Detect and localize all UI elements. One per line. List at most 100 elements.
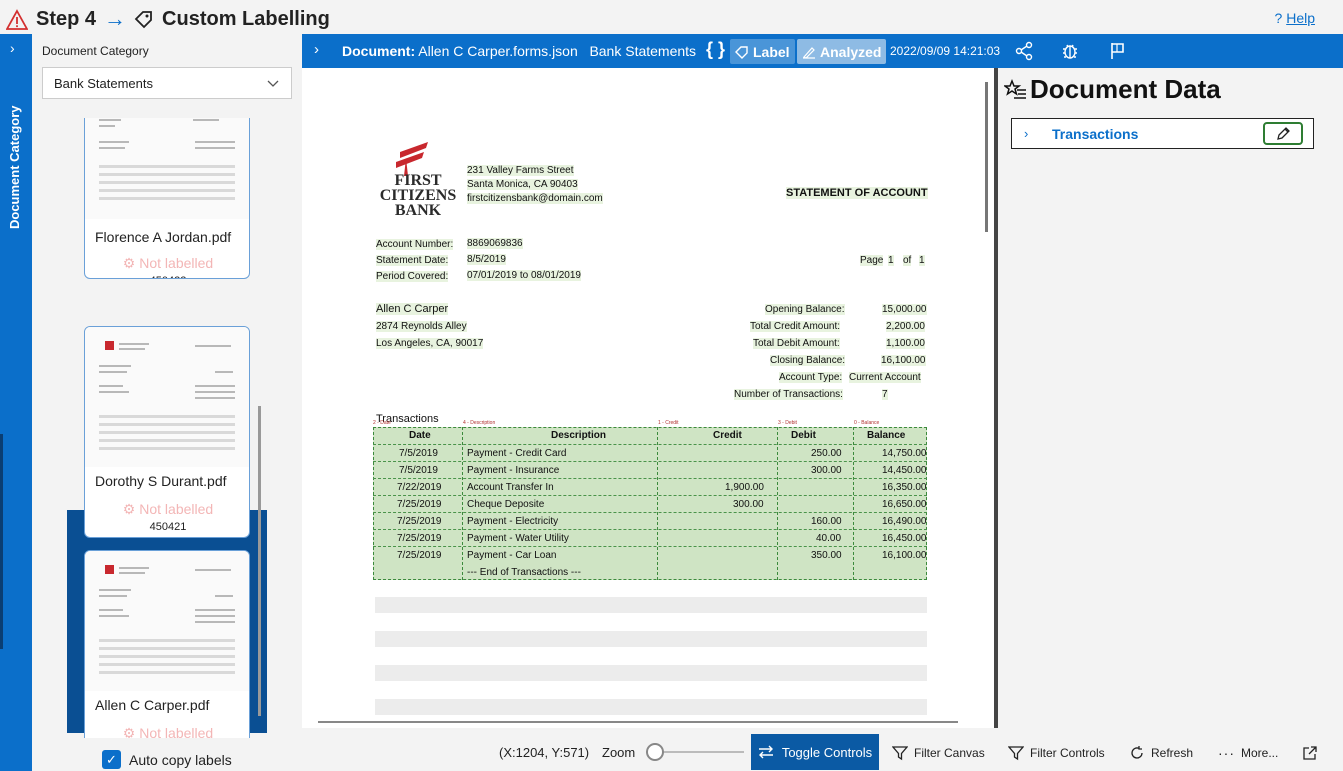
help-prefix: ? [1274, 10, 1283, 26]
account-number: 8869069836 [467, 238, 523, 249]
cell-description: Payment - Electricity [467, 516, 559, 527]
auto-copy-labels[interactable]: ✓ Auto copy labels [102, 750, 232, 769]
document-card-selected[interactable]: Allen C Carper.pdf ⚙ Not labelled 450420 [84, 550, 250, 738]
statement-date: 8/5/2019 [467, 254, 506, 265]
period-label: Period Covered: [376, 271, 449, 282]
bug-icon: ⚙ [122, 501, 136, 517]
cell-debit: 250.00 [811, 448, 842, 459]
analyzed-button[interactable]: Analyzed [797, 39, 887, 64]
label-status-text: Not labelled [139, 501, 214, 517]
document-name: Dorothy S Durant.pdf [95, 473, 227, 489]
share-icon[interactable] [1014, 41, 1034, 61]
bank-name-line3: BANK [394, 202, 442, 219]
transactions-field[interactable]: › Transactions [1011, 118, 1314, 149]
cell-credit: 300.00 [733, 499, 764, 510]
canvas-horizontal-scrollbar[interactable] [318, 721, 958, 723]
more-button[interactable]: ··· More... [1218, 745, 1278, 761]
step-label: Step 4 [36, 7, 97, 30]
chevron-right-icon[interactable]: › [1024, 126, 1028, 141]
column-header: Date [409, 430, 431, 441]
table-row-divider [373, 461, 927, 478]
cell-balance: 16,350.00 [882, 482, 927, 493]
tag-icon [735, 45, 748, 59]
category-collapse-strip[interactable]: › Document Category [0, 34, 32, 771]
summary-value: Current Account [849, 372, 921, 383]
popout-button[interactable] [1302, 745, 1318, 761]
account-number-label: Account Number: [376, 239, 454, 250]
filter-controls-button[interactable]: Filter Controls [1008, 745, 1105, 761]
strip-divider [0, 434, 3, 649]
toggle-controls-button[interactable]: Toggle Controls [751, 734, 879, 770]
bug-icon[interactable] [1060, 41, 1080, 61]
refresh-button[interactable]: Refresh [1129, 745, 1193, 761]
popout-icon [1303, 746, 1317, 760]
auto-copy-checkbox[interactable]: ✓ [102, 750, 121, 769]
category-select-value: Bank Statements [54, 75, 153, 91]
zoom-slider-thumb[interactable] [646, 743, 664, 761]
page-label: Page [860, 255, 884, 266]
bank-address2: Santa Monica, CA 90403 [467, 179, 578, 190]
bank-name-line1: FIRST [394, 172, 442, 189]
title-bar: Step 4 → Custom Labelling ? Help [0, 0, 1343, 38]
document-data-title-text: Document Data [1030, 74, 1221, 104]
category-select[interactable]: Bank Statements [42, 67, 292, 99]
blank-row [375, 665, 927, 681]
document-list-scrollbar[interactable] [258, 406, 261, 716]
page-title: Step 4 → Custom Labelling [36, 6, 330, 32]
chevron-right-icon[interactable]: › [10, 40, 15, 56]
edit-field-button[interactable] [1263, 122, 1303, 145]
filter-icon [1008, 746, 1024, 761]
document-thumbnail [85, 551, 249, 691]
document-card[interactable]: Florence A Jordan.pdf ⚙ Not labelled 450… [84, 118, 250, 279]
refresh-icon [1131, 746, 1143, 759]
zoom-slider[interactable] [646, 743, 744, 761]
canvas-toolbar: (X:1204, Y:571) Zoom Toggle Controls Fil… [302, 728, 1343, 771]
chevron-right-icon[interactable]: › [314, 41, 319, 58]
bug-icon: ⚙ [122, 725, 136, 738]
toggle-controls-label: Toggle Controls [781, 744, 873, 760]
statement-date-label: Statement Date: [376, 255, 449, 266]
summary-value: 15,000.00 [882, 304, 927, 315]
document-count: 450421 [149, 521, 187, 533]
label-button[interactable]: Label [730, 39, 795, 64]
label-status: ⚙ Not labelled [85, 725, 249, 738]
table-row-divider [373, 512, 927, 529]
statement-heading: STATEMENT OF ACCOUNT [786, 187, 928, 199]
star-list-icon [1004, 78, 1026, 99]
end-of-transactions: --- End of Transactions --- [467, 567, 581, 578]
filter-canvas-button[interactable]: Filter Canvas [892, 745, 985, 761]
cell-debit: 350.00 [811, 550, 842, 561]
column-tag: 1 - Credit [658, 420, 679, 426]
document-card[interactable]: Dorothy S Durant.pdf ⚙ Not labelled 4504… [84, 326, 250, 538]
cell-description: Cheque Deposite [467, 499, 545, 510]
cell-balance: 16,100.00 [882, 550, 927, 561]
label-status-text: Not labelled [139, 725, 214, 738]
bank-address1: 231 Valley Farms Street [467, 165, 574, 176]
column-header: Balance [867, 430, 906, 441]
column-tag: 4 - Description [463, 420, 496, 426]
json-braces-icon[interactable]: { } [706, 39, 725, 60]
flag-icon[interactable] [1108, 41, 1128, 61]
document-list: Florence A Jordan.pdf ⚙ Not labelled 450… [32, 118, 302, 738]
canvas-vertical-scrollbar[interactable] [985, 82, 988, 232]
cursor-coordinates: (X:1204, Y:571) [499, 745, 590, 760]
table-row-divider [373, 478, 927, 495]
more-dots-icon: ··· [1218, 745, 1235, 761]
swap-arrows-icon [758, 745, 773, 759]
cell-balance: 16,650.00 [882, 499, 927, 510]
document-name: Allen C Carper.pdf [95, 697, 210, 713]
summary-value: 1,100.00 [886, 338, 925, 349]
cell-description: Payment - Credit Card [467, 448, 567, 459]
cell-date: 7/22/2019 [397, 482, 442, 493]
summary-value: 2,200.00 [886, 321, 925, 332]
blank-row [375, 631, 927, 647]
cell-balance: 16,450.00 [882, 533, 927, 544]
cell-debit: 300.00 [811, 465, 842, 476]
step-title-text: Custom Labelling [162, 7, 330, 30]
label-status-text: Not labelled [139, 255, 214, 271]
more-label: More... [1241, 746, 1279, 760]
help-link[interactable]: ? Help [1275, 10, 1315, 26]
document-thumbnail [85, 327, 249, 467]
cell-debit: 40.00 [816, 533, 842, 544]
summary-label: Total Credit Amount: [750, 321, 841, 332]
